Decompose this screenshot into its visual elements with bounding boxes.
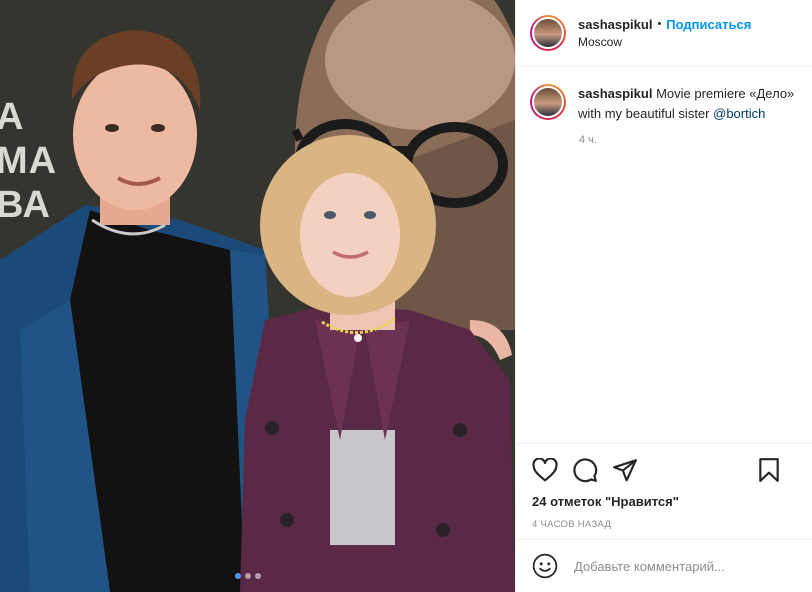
post-photo[interactable]: А МА ВА: [0, 0, 515, 592]
post-container: А МА ВА sashaspikul • Подписаться Moscow: [0, 0, 812, 592]
like-button[interactable]: [530, 456, 560, 484]
actions-section: 24 отметок "Нравится" 4 ЧАСОВ НАЗАД: [516, 443, 812, 530]
separator-dot: •: [657, 18, 662, 30]
caption-comment: sashaspikul Movie premiere «Дело» with m…: [516, 66, 812, 124]
action-bar: [516, 444, 812, 484]
post-date[interactable]: 4 ЧАСОВ НАЗАД: [516, 509, 812, 530]
follow-button[interactable]: Подписаться: [666, 17, 751, 32]
share-button[interactable]: [610, 456, 640, 484]
carousel-indicator: [235, 573, 261, 579]
comment-button[interactable]: [570, 456, 600, 484]
username-link[interactable]: sashaspikul: [578, 17, 652, 32]
add-comment-bar: [516, 539, 812, 592]
caption-username[interactable]: sashaspikul: [578, 86, 652, 101]
poster-line: А: [0, 96, 25, 138]
poster-lettering: А МА ВА: [0, 95, 57, 227]
carousel-dot[interactable]: [255, 573, 261, 579]
share-icon: [613, 459, 637, 482]
location-link[interactable]: Moscow: [578, 35, 751, 49]
likes-count[interactable]: 24 отметок "Нравится": [516, 484, 812, 509]
post-header: sashaspikul • Подписаться Moscow: [516, 0, 812, 66]
carousel-dot[interactable]: [245, 573, 251, 579]
carousel-dot-active[interactable]: [235, 573, 241, 579]
save-button[interactable]: [754, 456, 784, 484]
caption-avatar[interactable]: [530, 84, 566, 120]
emoji-icon[interactable]: [532, 553, 558, 579]
poster-line: МА: [0, 140, 58, 182]
photo-illustration: [0, 0, 515, 592]
bookmark-icon: [759, 458, 779, 482]
caption-time: 4 ч.: [579, 134, 597, 146]
avatar[interactable]: [530, 14, 566, 51]
mention-link[interactable]: @bortich: [713, 106, 765, 121]
poster-line: ВА: [0, 184, 51, 226]
post-side-panel: sashaspikul • Подписаться Moscow sashasp…: [515, 0, 812, 592]
comment-icon: [573, 458, 598, 483]
heart-icon: [532, 458, 558, 482]
comment-input[interactable]: [572, 557, 746, 575]
